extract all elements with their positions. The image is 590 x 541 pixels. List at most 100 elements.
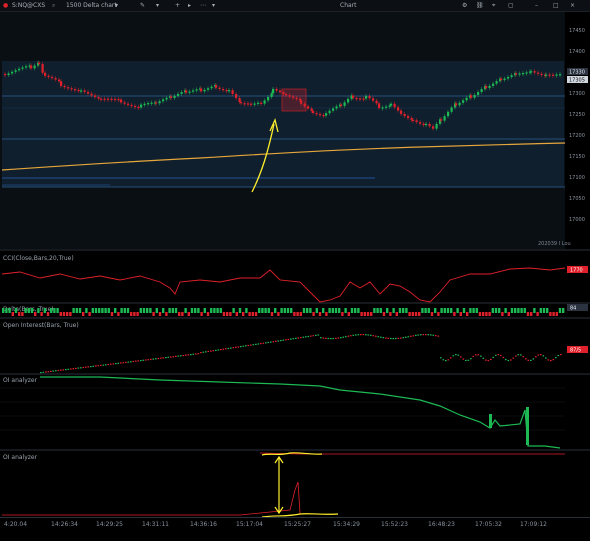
- candle: [368, 96, 371, 99]
- delta-bar: [226, 312, 229, 316]
- candle: [110, 98, 113, 100]
- oi-dot: [185, 354, 187, 356]
- candle: [480, 89, 483, 93]
- oi-dot: [307, 335, 310, 338]
- oi-dot: [300, 337, 302, 339]
- candle: [388, 105, 391, 107]
- oi-dot: [72, 368, 75, 370]
- delta-badge-text: 84: [570, 306, 576, 312]
- delta-bar: [85, 308, 88, 313]
- chevron-down-icon[interactable]: ▾: [115, 0, 118, 11]
- oi-dot: [235, 346, 237, 348]
- oi-dot: [205, 351, 207, 353]
- oi-dot: [517, 354, 520, 356]
- arrow-right-icon[interactable]: ▸: [188, 0, 191, 11]
- delta-bar: [149, 308, 152, 313]
- more-icon[interactable]: ⋯: [200, 0, 206, 11]
- candle: [38, 62, 41, 64]
- maximize-icon[interactable]: □: [553, 0, 559, 11]
- oi-dot: [172, 356, 175, 358]
- price-axis[interactable]: [565, 12, 590, 249]
- candle: [200, 88, 203, 92]
- search-icon[interactable]: ⌕: [52, 0, 55, 11]
- chevron-down-icon[interactable]: ▾: [212, 0, 215, 11]
- delta-bar: [437, 312, 440, 316]
- oi-dot: [412, 335, 415, 337]
- chevron-down-icon[interactable]: ▾: [156, 0, 159, 11]
- oi-dot: [110, 363, 112, 365]
- delta-bar: [126, 308, 130, 313]
- chart-area[interactable]: 1745017400173501730017250172001715017100…: [0, 12, 590, 527]
- pencil-icon[interactable]: ✎: [140, 0, 145, 11]
- candle: [555, 74, 558, 76]
- oi-dot: [180, 355, 182, 357]
- candle: [450, 107, 453, 112]
- oi-dot: [47, 371, 50, 373]
- chart-type-selector[interactable]: 1500 Delta chart: [66, 0, 117, 11]
- delta-bar: [59, 312, 62, 316]
- delta-bar: [424, 308, 427, 313]
- candle: [143, 103, 146, 105]
- pin-icon[interactable]: ⌖: [492, 0, 495, 11]
- chart-toolbar: ● S:NQ@CXS ⌕ 1500 Delta chart ▾ ✎ ▾ + ▸ …: [0, 0, 590, 12]
- delta-bar: [46, 312, 50, 316]
- delta-bar: [88, 312, 91, 316]
- candle: [263, 100, 266, 104]
- minimize-icon[interactable]: –: [535, 0, 538, 11]
- oi-dot: [297, 337, 300, 339]
- time-axis[interactable]: 4:20.04 14:26:34 14:29:25 14:31:11 14:36…: [0, 517, 590, 541]
- candle: [41, 63, 44, 73]
- candle: [425, 123, 428, 126]
- candle: [335, 106, 338, 109]
- time-label: 14:29:25: [96, 521, 123, 528]
- oi-dot: [415, 334, 417, 336]
- symbol-selector[interactable]: S:NQ@CXS: [12, 0, 45, 11]
- candle: [120, 99, 123, 103]
- time-label: 14:26:34: [51, 521, 78, 528]
- oi-dot: [362, 334, 365, 336]
- delta-bar: [139, 308, 142, 313]
- close-icon[interactable]: ×: [570, 0, 575, 11]
- oi-dot: [285, 339, 287, 341]
- candle: [250, 103, 253, 105]
- oi-analyzer-bar: [526, 407, 529, 445]
- price-axis-label: 17050: [569, 196, 585, 202]
- delta-bar: [290, 308, 293, 313]
- delta-bar: [91, 308, 94, 313]
- candle: [155, 102, 158, 104]
- candle: [203, 89, 206, 92]
- time-label: 16:48:23: [428, 521, 455, 528]
- candle: [188, 91, 191, 93]
- candle: [173, 95, 176, 98]
- oi-dot: [125, 361, 127, 363]
- oi-dot: [482, 357, 485, 359]
- settings-icon[interactable]: ⚙: [462, 0, 467, 11]
- candle: [231, 90, 234, 94]
- candle: [495, 81, 498, 84]
- oi-dot: [202, 351, 205, 353]
- cci-pane[interactable]: [0, 251, 565, 302]
- delta-bar: [392, 308, 395, 313]
- price-badge-text: 17330: [569, 70, 585, 76]
- delta-bar: [184, 308, 187, 313]
- candle: [410, 118, 413, 120]
- oi-dot: [270, 341, 272, 343]
- delta-bar: [322, 308, 325, 313]
- delta-bar: [270, 312, 274, 316]
- oi-dot: [477, 354, 480, 356]
- delta-bar: [408, 312, 411, 316]
- delta-bar: [539, 308, 542, 313]
- candle: [397, 107, 400, 111]
- oi-dot: [512, 357, 515, 359]
- cci-badge-text: 1770: [570, 268, 583, 274]
- delta-bar: [27, 308, 30, 313]
- delta-bar: [386, 308, 389, 313]
- crosshair-icon[interactable]: +: [175, 0, 180, 11]
- oi-dot: [85, 366, 87, 368]
- time-label: 15:34:29: [333, 521, 360, 528]
- layout-icon[interactable]: ▢: [508, 0, 514, 11]
- oi-dot: [462, 358, 465, 360]
- delta-bar: [488, 312, 491, 316]
- link-icon[interactable]: ⛓: [476, 0, 484, 11]
- delta-bar: [475, 308, 478, 313]
